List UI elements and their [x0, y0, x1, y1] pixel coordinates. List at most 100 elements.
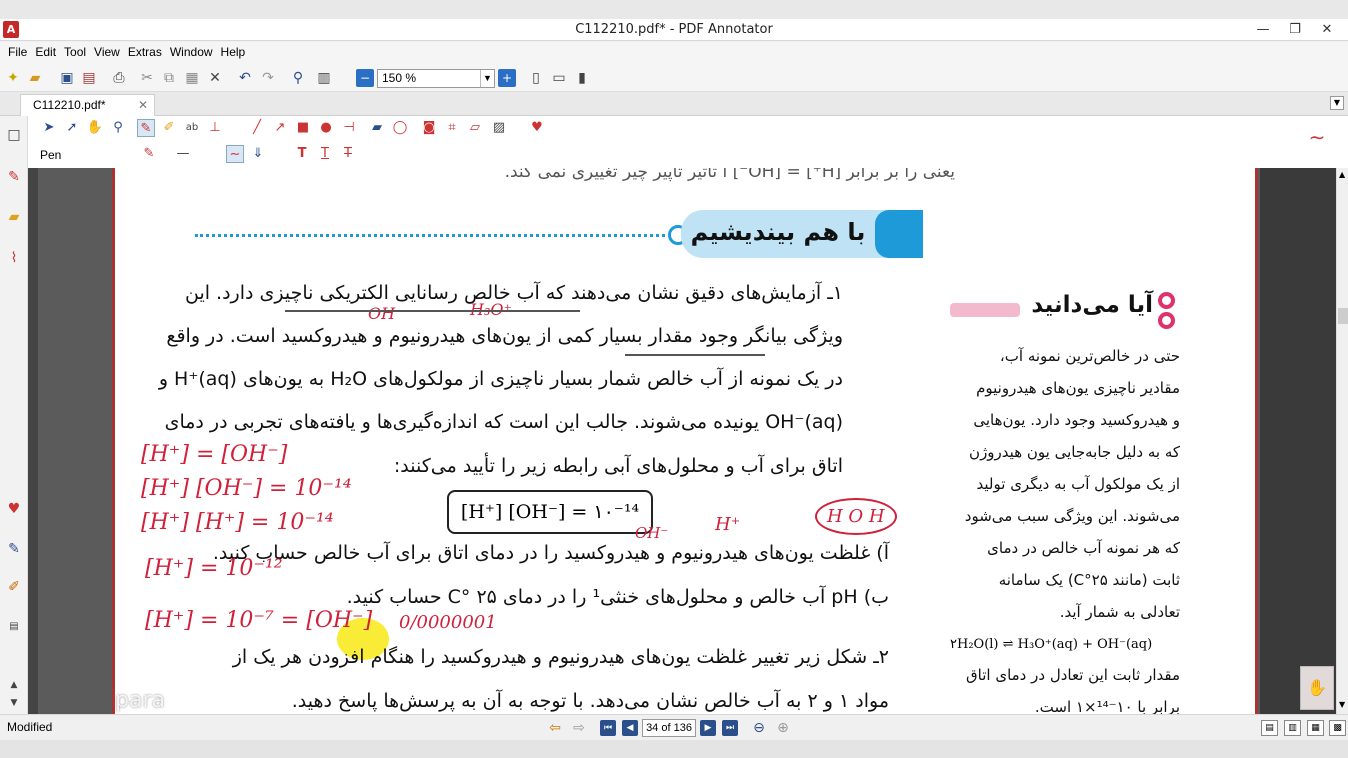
fit-width-icon[interactable]: ▭ [550, 69, 568, 87]
text-field-icon[interactable]: ▤ [5, 618, 23, 636]
attachment-icon[interactable]: ⌇ [5, 249, 23, 267]
highlighter-tool-icon[interactable]: ✐ [160, 119, 178, 137]
eraser-icon[interactable]: ▰ [368, 119, 386, 137]
two-page-view-icon[interactable]: ▦ [1307, 720, 1324, 736]
minimize-button[interactable]: — [1247, 19, 1279, 40]
side-equation: ۲H₂O(l) ⇌ H₃O⁺(aq) + OH⁻(aq) [950, 637, 1153, 652]
menu-file[interactable]: File [0, 42, 31, 59]
forward-history-icon[interactable]: ⇨ [570, 719, 588, 737]
pdf-page[interactable]: یعنی را بر برابر [H⁺] = [OH⁻] ا تاثیر تا… [112, 168, 1258, 714]
pen-tool-icon[interactable]: ✎ [137, 119, 155, 137]
menu-help[interactable]: Help [217, 42, 250, 59]
new-document-icon[interactable]: ✦ [4, 69, 22, 87]
favorite-heart-icon[interactable]: ♥ [528, 119, 546, 137]
camera-icon[interactable]: ◙ [420, 119, 438, 137]
text-box-icon[interactable]: ab [183, 119, 201, 137]
stamp-icon[interactable]: ⊥ [206, 119, 224, 137]
cut-icon[interactable]: ✂ [138, 69, 156, 87]
grid-view-icon[interactable]: ▩ [1329, 720, 1346, 736]
handwriting-5: [H⁺] = 10⁻⁷ = [OH⁻] [145, 608, 373, 633]
fullscreen-icon[interactable]: ▮ [573, 69, 591, 87]
side-line-6: می‌شوند. این ویژگی سبب می‌شود [964, 507, 1180, 525]
scroll-thumb[interactable] [1338, 308, 1348, 324]
scroll-down-icon[interactable]: ▼ [5, 694, 23, 712]
crop-icon[interactable]: ⌗ [443, 119, 461, 137]
undo-icon[interactable]: ↶ [236, 69, 254, 87]
lasso-icon[interactable]: ◯ [391, 119, 409, 137]
highlighter-icon[interactable]: ✐ [5, 578, 23, 596]
save-as-icon[interactable]: ▤ [80, 69, 98, 87]
main-line-4: OH⁻(aq) یونیده می‌شوند. جالب این است که … [164, 411, 843, 433]
paste-icon[interactable]: ▦ [183, 69, 201, 87]
text-style-icon[interactable]: T [293, 145, 311, 163]
zoom-in-icon[interactable]: + [498, 69, 516, 87]
page-layout-icon[interactable]: ▥ [315, 69, 333, 87]
menu-tool[interactable]: Tool [60, 42, 90, 59]
forward-view-icon[interactable]: ⊕ [774, 719, 792, 737]
handwriting-3: [H⁺] [H⁺] = 10⁻¹⁴ [141, 510, 334, 535]
first-page-icon[interactable]: ⏮ [600, 720, 616, 736]
arrow-tool-icon[interactable]: ↗ [271, 119, 289, 137]
menu-extras[interactable]: Extras [124, 42, 166, 59]
tab-list-dropdown[interactable]: ▼ [1330, 96, 1344, 110]
main-line-5: اتاق برای آب و محلول‌های آبی رابطه زیر ر… [393, 455, 843, 477]
delete-icon[interactable]: ✕ [206, 69, 224, 87]
continuous-view-icon[interactable]: ▥ [1284, 720, 1301, 736]
zoom-select[interactable]: 150 % ▼ [377, 69, 495, 88]
maximize-button[interactable]: ❐ [1279, 19, 1311, 40]
menu-window[interactable]: Window [166, 42, 217, 59]
hand-tool-icon[interactable]: ✋ [86, 119, 104, 137]
ruler-icon[interactable]: ▱ [466, 119, 484, 137]
scroll-up-arrow-icon[interactable]: ▲ [1339, 170, 1345, 179]
formula-box: [H⁺] [OH⁻] = ۱۰⁻¹⁴ [447, 490, 653, 534]
text-underline-icon[interactable]: T [316, 145, 334, 163]
select-arrow-icon[interactable]: ➤ [40, 119, 58, 137]
last-page-icon[interactable]: ⏭ [722, 720, 738, 736]
copy-icon[interactable]: ⧉ [160, 69, 178, 87]
tab-close-icon[interactable]: ✕ [138, 98, 148, 112]
save-icon[interactable]: ▣ [58, 69, 76, 87]
document-viewport[interactable]: یعنی را بر برابر [H⁺] = [OH⁻] ا تاثیر تا… [28, 168, 1336, 714]
redo-icon[interactable]: ↷ [259, 69, 277, 87]
ellipse-tool-icon[interactable]: ● [317, 119, 335, 137]
print-icon[interactable]: ⎙ [110, 69, 128, 87]
side-title-dot-1 [1158, 292, 1175, 309]
line-tool-icon[interactable]: ╱ [248, 119, 266, 137]
page-indicator[interactable]: 34 of 136 [642, 719, 696, 737]
fit-page-icon[interactable]: ▯ [527, 69, 545, 87]
favorites-heart-icon[interactable]: ♥ [5, 500, 23, 518]
side-line-1: حتی در خالص‌ترین نمونه آب، [999, 347, 1180, 365]
pen-marker-icon[interactable]: ✎ [5, 168, 23, 186]
close-button[interactable]: ✕ [1311, 19, 1343, 40]
menu-edit[interactable]: Edit [31, 42, 60, 59]
scroll-down-arrow-icon[interactable]: ▼ [1339, 700, 1345, 709]
snap-icon[interactable]: ⇓ [249, 145, 267, 163]
find-icon[interactable]: ⚲ [289, 69, 307, 87]
folder-icon[interactable]: ▰ [5, 208, 23, 226]
image-insert-icon[interactable]: ▨ [490, 119, 508, 137]
page-icon[interactable]: □ [5, 126, 23, 144]
previous-page-icon[interactable]: ◀ [622, 720, 638, 736]
next-page-icon[interactable]: ▶ [700, 720, 716, 736]
line-style-icon[interactable]: — [174, 145, 192, 163]
single-page-view-icon[interactable]: ▤ [1261, 720, 1278, 736]
measure-icon[interactable]: ⊣ [340, 119, 358, 137]
vertical-scrollbar[interactable]: ▲ ▼ [1336, 168, 1348, 714]
text-strike-icon[interactable]: T [339, 145, 357, 163]
handwriting-4: [H⁺] = 10⁻¹² [145, 556, 283, 581]
select-text-icon[interactable]: ➚ [63, 119, 81, 137]
magnifier-icon[interactable]: ⚲ [109, 119, 127, 137]
rectangle-tool-icon[interactable]: ■ [294, 119, 312, 137]
tab-document[interactable]: C112210.pdf* ✕ [20, 94, 155, 116]
scroll-up-icon[interactable]: ▲ [5, 676, 23, 694]
pen-color-icon[interactable]: ✎ [140, 145, 158, 163]
open-folder-icon[interactable]: ▰ [26, 69, 44, 87]
back-view-icon[interactable]: ⊖ [750, 719, 768, 737]
back-history-icon[interactable]: ⇦ [546, 719, 564, 737]
hand-cursor-icon[interactable]: ✋ [1300, 666, 1334, 710]
zoom-out-icon[interactable]: − [356, 69, 374, 87]
smooth-line-icon[interactable]: ∼ [226, 145, 244, 163]
menu-view[interactable]: View [90, 42, 124, 59]
chevron-down-icon[interactable]: ▼ [480, 70, 494, 87]
pen-icon[interactable]: ✎ [5, 540, 23, 558]
